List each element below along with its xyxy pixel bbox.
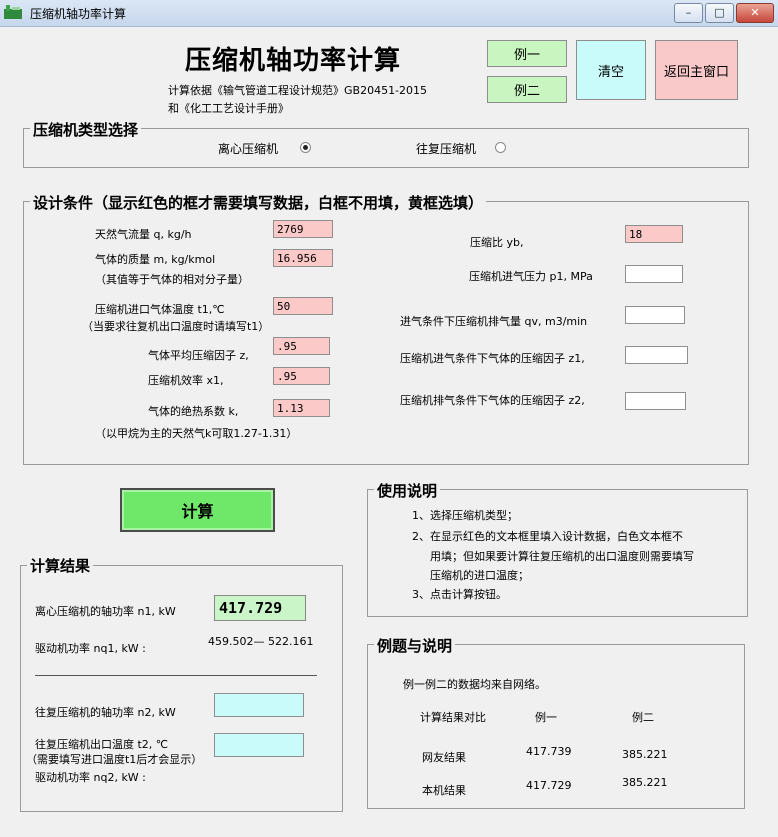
usage-line-2b: 用填；但如果要计算往复压缩机的出口温度则需要填写 — [430, 550, 694, 563]
netizen-example2: 385.221 — [622, 748, 668, 761]
results-title: 计算结果 — [27, 555, 94, 576]
nq1-result: 459.502— 522.161 — [208, 635, 314, 648]
compression-ratio-label: 压缩比 yb, — [470, 236, 524, 249]
usage-line-2: 2、在显示红色的文本框里填入设计数据，白色文本框不 — [412, 530, 683, 543]
outlet-z2-input[interactable] — [625, 392, 686, 410]
usage-line-3: 3、点击计算按钮。 — [412, 588, 507, 601]
inlet-z1-input[interactable] — [625, 346, 688, 364]
t2-result — [214, 733, 304, 757]
displacement-input[interactable] — [625, 306, 685, 324]
close-button[interactable]: ✕ — [736, 3, 774, 23]
nq1-label: 驱动机功率 nq1, kW : — [35, 642, 146, 655]
inlet-temp-note: （当要求往复机出口温度时请填写t1） — [82, 320, 270, 333]
radio-selected-dot — [303, 145, 308, 150]
mass-input[interactable] — [273, 249, 333, 267]
centrifugal-label: 离心压缩机 — [218, 142, 279, 156]
adiabatic-label: 气体的绝热系数 k, — [148, 405, 239, 418]
app-icon — [4, 5, 22, 19]
examples-title: 例题与说明 — [374, 635, 456, 656]
flow-label: 天然气流量 q, kg/h — [95, 228, 192, 241]
usage-line-2c: 压缩机的进口温度； — [430, 569, 529, 582]
inlet-z1-label: 压缩机进气条件下气体的压缩因子 z1, — [400, 352, 585, 365]
inlet-temp-input[interactable] — [273, 297, 333, 315]
n1-result: 417.729 — [214, 595, 306, 621]
outlet-z2-label: 压缩机排气条件下气体的压缩因子 z2, — [400, 394, 585, 407]
back-to-main-button[interactable]: 返回主窗口 — [655, 40, 738, 100]
nq2-label: 驱动机功率 nq2, kW : — [35, 771, 146, 784]
examples-note: 例一例二的数据均来自网络。 — [403, 678, 546, 691]
n2-label: 往复压缩机的轴功率 n2, kW — [35, 706, 176, 719]
page-title: 压缩机轴功率计算 — [185, 46, 402, 76]
minimize-button[interactable]: – — [674, 3, 703, 23]
flow-input[interactable] — [273, 220, 333, 238]
local-example2: 385.221 — [622, 776, 668, 789]
centrifugal-radio[interactable] — [300, 142, 311, 153]
compression-ratio-input[interactable] — [625, 225, 683, 243]
compress-factor-input[interactable] — [273, 337, 330, 355]
example-1-button[interactable]: 例一 — [487, 40, 567, 67]
compress-factor-label: 气体平均压缩因子 z, — [148, 349, 249, 362]
compressor-type-title: 压缩机类型选择 — [30, 119, 142, 140]
local-example1: 417.729 — [526, 779, 572, 792]
compare-col-header: 计算结果对比 — [420, 711, 486, 724]
reciprocating-radio[interactable] — [495, 142, 506, 153]
t2-label: 往复压缩机出口温度 t2, ℃ — [35, 738, 169, 751]
calculate-button[interactable]: 计算 — [120, 488, 275, 532]
basis-line-1: 计算依据《输气管道工程设计规范》GB20451-2015 — [168, 84, 428, 97]
example2-col-header: 例二 — [632, 711, 654, 724]
adiabatic-note: （以甲烷为主的天然气k可取1.27-1.31） — [95, 427, 298, 440]
example-2-button[interactable]: 例二 — [487, 76, 567, 103]
netizen-example1: 417.739 — [526, 745, 572, 758]
efficiency-input[interactable] — [273, 367, 330, 385]
t2-note: （需要填写进口温度t1后才会显示） — [26, 753, 203, 766]
local-row-label: 本机结果 — [422, 784, 466, 797]
netizen-row-label: 网友结果 — [422, 751, 466, 764]
displacement-label: 进气条件下压缩机排气量 qv, m3/min — [400, 315, 588, 328]
example1-col-header: 例一 — [535, 711, 557, 724]
window-title: 压缩机轴功率计算 — [30, 7, 127, 21]
inlet-temp-label: 压缩机进口气体温度 t1,℃ — [95, 303, 225, 316]
mass-label: 气体的质量 m, kg/kmol — [95, 253, 216, 266]
design-conditions-title: 设计条件（显示红色的框才需要填写数据，白框不用填，黄框选填） — [30, 192, 487, 213]
usage-line-1: 1、选择压缩机类型； — [412, 509, 518, 522]
inlet-pressure-input[interactable] — [625, 265, 683, 283]
reciprocating-label: 往复压缩机 — [416, 142, 477, 156]
n1-label: 离心压缩机的轴功率 n1, kW — [35, 605, 176, 618]
usage-title: 使用说明 — [374, 480, 441, 501]
inlet-pressure-label: 压缩机进气压力 p1, MPa — [469, 270, 593, 283]
efficiency-label: 压缩机效率 x1, — [148, 374, 224, 387]
results-divider — [35, 675, 317, 676]
adiabatic-input[interactable] — [273, 399, 330, 417]
maximize-button[interactable]: □ — [705, 3, 734, 23]
basis-line-2: 和《化工工艺设计手册》 — [168, 102, 289, 115]
n2-result — [214, 693, 304, 717]
clear-button[interactable]: 清空 — [576, 40, 646, 100]
mass-note: （其值等于气体的相对分子量） — [95, 273, 249, 286]
